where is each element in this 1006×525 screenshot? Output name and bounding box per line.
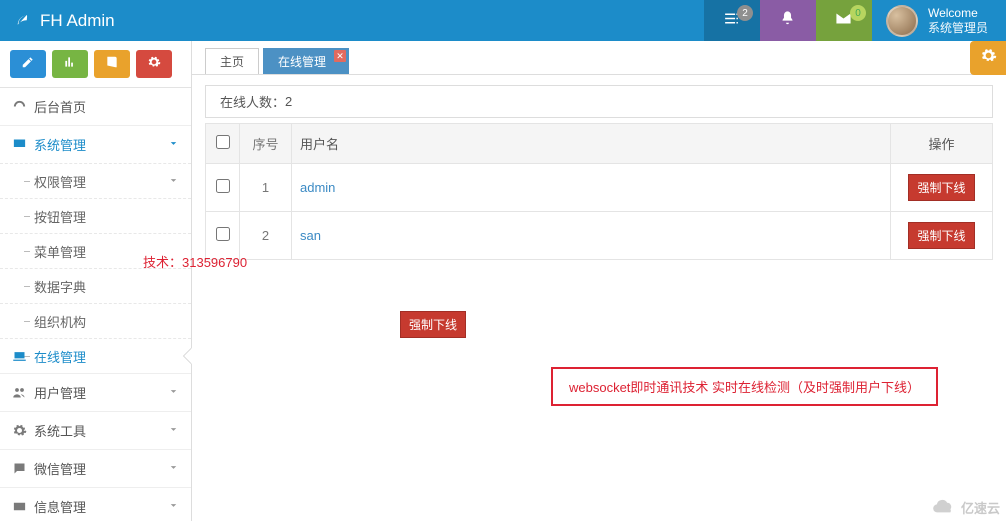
tech-overlay-label: 技术：313596790: [143, 252, 247, 271]
laptop-icon: [12, 349, 27, 364]
online-count-label: 在线人数：: [220, 92, 285, 111]
tabs: 主页 在线管理 ✕: [192, 41, 1006, 75]
cloud-icon: [931, 498, 957, 517]
nav-wechat[interactable]: 微信管理: [0, 449, 191, 487]
col-idx: 序号: [240, 124, 292, 164]
content: 主页 在线管理 ✕ 在线人数： 2 序号 用户名 操作: [192, 41, 1006, 521]
mail-button[interactable]: 0: [816, 0, 872, 41]
sidebar-toolbar: [0, 41, 191, 87]
nav-online-label: 在线管理: [34, 347, 86, 366]
nav-auth[interactable]: 权限管理: [0, 163, 191, 198]
settings-drawer-toggle[interactable]: [970, 41, 1006, 75]
nav-online[interactable]: 在线管理: [0, 338, 191, 373]
nav-auth-label: 权限管理: [34, 172, 86, 191]
card-icon: [12, 499, 34, 514]
nav-tool[interactable]: 系统工具: [0, 411, 191, 449]
nav-dict-label: 数据字典: [34, 277, 86, 296]
force-offline-button[interactable]: 强制下线: [908, 174, 974, 201]
brand-text: FH Admin: [40, 11, 115, 31]
nav-dict[interactable]: 数据字典: [0, 268, 191, 303]
nav-btn-label: 按钮管理: [34, 207, 86, 226]
nav-btn[interactable]: 按钮管理: [0, 198, 191, 233]
info-callout: websocket即时通讯技术 实时在线检测（及时强制用户下线）: [551, 367, 938, 406]
nav-info-label: 信息管理: [34, 497, 86, 516]
book-icon: [105, 55, 119, 74]
force-offline-button[interactable]: 强制下线: [908, 222, 974, 249]
tab-home-label: 主页: [220, 53, 244, 70]
select-all-checkbox[interactable]: [216, 135, 230, 149]
nav-user-label: 用户管理: [34, 383, 86, 402]
gear-icon: [147, 55, 161, 74]
nav-info[interactable]: 信息管理: [0, 487, 191, 525]
chevron-down-icon: [168, 137, 179, 152]
nav-tool-label: 系统工具: [34, 421, 86, 440]
mail-badge: 0: [850, 5, 866, 21]
gear-icon: [980, 47, 997, 69]
table-row: 1 admin 强制下线: [206, 164, 993, 212]
row-checkbox[interactable]: [216, 179, 230, 193]
dashboard-icon: [12, 99, 34, 114]
chat-icon: [12, 461, 34, 476]
close-icon[interactable]: ✕: [334, 50, 346, 62]
nav-wechat-label: 微信管理: [34, 459, 86, 478]
tool-settings[interactable]: [136, 50, 172, 78]
pencil-icon: [21, 55, 35, 74]
nav-org[interactable]: 组织机构: [0, 303, 191, 338]
nav-home[interactable]: 后台首页: [0, 87, 191, 125]
online-count-bar: 在线人数： 2: [205, 85, 993, 118]
chevron-down-icon: [168, 174, 179, 189]
brand[interactable]: FH Admin: [0, 9, 115, 32]
chart-icon: [63, 55, 77, 74]
gear-icon: [12, 423, 34, 438]
tasks-button[interactable]: 2: [704, 0, 760, 41]
tab-home[interactable]: 主页: [205, 48, 259, 74]
nav-home-label: 后台首页: [34, 97, 86, 116]
nav-menu-label: 菜单管理: [34, 242, 86, 261]
tasks-badge: 2: [737, 5, 753, 21]
user-table: 序号 用户名 操作 1 admin 强制下线 2 san 强制下线: [205, 123, 993, 260]
col-op: 操作: [891, 124, 993, 164]
row-idx: 1: [240, 164, 292, 212]
welcome-user: 系统管理员: [928, 21, 988, 35]
welcome-block[interactable]: Welcome 系统管理员: [928, 6, 1006, 35]
tab-online-label: 在线管理: [278, 53, 326, 70]
table-row: 2 san 强制下线: [206, 212, 993, 260]
tool-book[interactable]: [94, 50, 130, 78]
chevron-down-icon: [168, 385, 179, 400]
chevron-down-icon: [168, 423, 179, 438]
notifications-button[interactable]: [760, 0, 816, 41]
online-count-value: 2: [285, 94, 292, 109]
watermark: 亿速云: [931, 498, 1000, 517]
bulk-force-offline-button[interactable]: 强制下线: [400, 311, 466, 338]
users-icon: [12, 385, 34, 400]
bell-icon: [779, 10, 796, 32]
user-link[interactable]: san: [300, 228, 321, 243]
nav-user[interactable]: 用户管理: [0, 373, 191, 411]
leaf-icon: [14, 9, 32, 32]
chevron-down-icon: [168, 499, 179, 514]
welcome-label: Welcome: [928, 6, 988, 20]
row-checkbox[interactable]: [216, 227, 230, 241]
col-user: 用户名: [292, 124, 891, 164]
avatar[interactable]: [886, 5, 918, 37]
sidebar: 后台首页 系统管理 权限管理 按钮管理 菜单管理 数据字典 组织机构 在线管理: [0, 41, 192, 521]
topbar: FH Admin 2 0 Welcome 系统管理员: [0, 0, 1006, 41]
nav-system[interactable]: 系统管理: [0, 125, 191, 163]
chevron-down-icon: [168, 461, 179, 476]
tool-chart[interactable]: [52, 50, 88, 78]
nav-org-label: 组织机构: [34, 312, 86, 331]
user-link[interactable]: admin: [300, 180, 335, 195]
tab-online[interactable]: 在线管理 ✕: [263, 48, 349, 74]
monitor-icon: [12, 137, 34, 152]
row-idx: 2: [240, 212, 292, 260]
nav-system-label: 系统管理: [34, 135, 86, 154]
watermark-text: 亿速云: [961, 498, 1000, 517]
tool-edit[interactable]: [10, 50, 46, 78]
